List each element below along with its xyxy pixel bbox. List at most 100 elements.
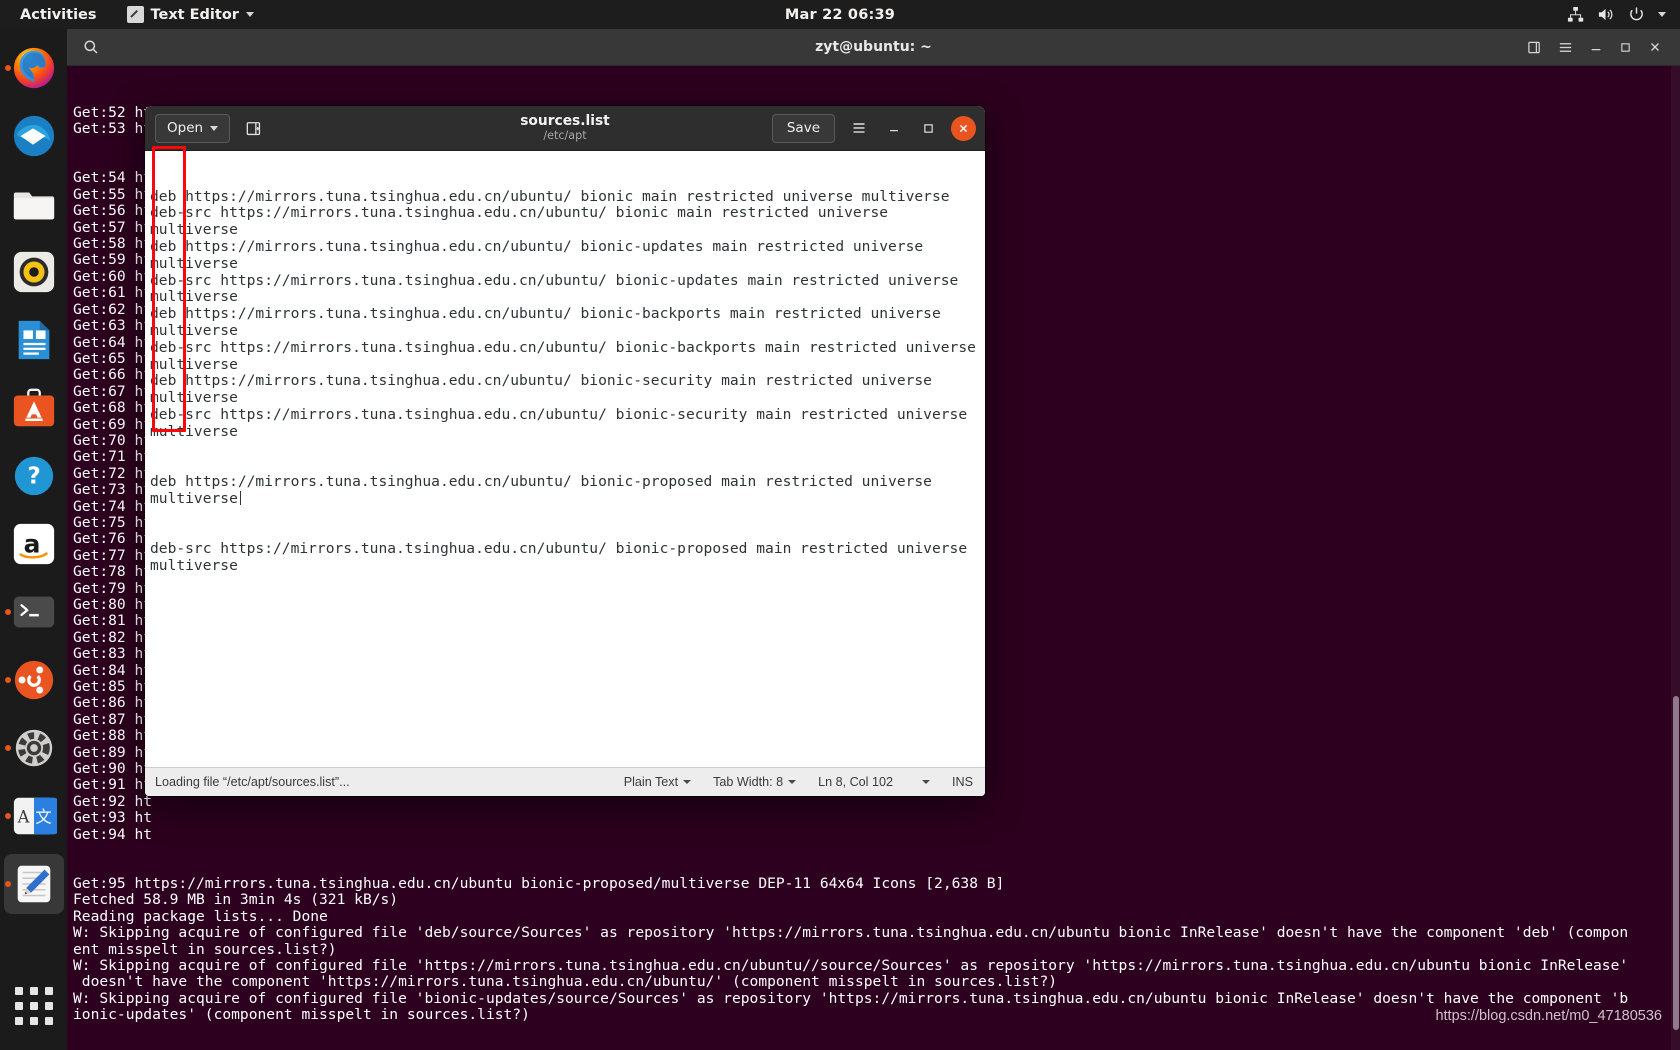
dock-item-ubuntu-software[interactable] xyxy=(4,378,64,438)
dock-item-thunderbird[interactable] xyxy=(4,106,64,166)
syntax-label: Plain Text xyxy=(623,775,679,789)
tab-width-selector[interactable]: Tab Width: 8 xyxy=(713,775,797,789)
running-indicator xyxy=(4,745,11,751)
gedit-titlebar[interactable]: Open sources.list /etc/apt Save xyxy=(145,106,985,151)
chevron-down-icon xyxy=(788,780,797,784)
maximize-icon[interactable] xyxy=(917,117,939,139)
gedit-window: Open sources.list /etc/apt Save deb http… xyxy=(145,106,985,796)
gnome-top-bar: Activities Text Editor Mar 22 06:39 xyxy=(0,0,1680,29)
save-button[interactable]: Save xyxy=(771,113,835,143)
terminal-line: ent misspelt in sources.list?) xyxy=(73,940,337,958)
ubuntu-software-icon xyxy=(13,388,54,427)
hamburger-menu-icon[interactable] xyxy=(847,116,871,140)
gedit-line: deb-src https://mirrors.tuna.tsinghua.ed… xyxy=(150,405,976,440)
svg-text:a: a xyxy=(23,530,40,559)
running-indicator xyxy=(4,881,11,887)
open-button[interactable]: Open xyxy=(155,113,231,143)
dock-item-text-editor[interactable] xyxy=(3,854,64,914)
minimize-icon[interactable] xyxy=(883,117,905,139)
dock-item-settings[interactable] xyxy=(4,718,64,778)
cursor-position-label: Ln 8, Col 102 xyxy=(818,775,893,789)
thunderbird-icon xyxy=(13,115,54,157)
gedit-cursor-line-text: deb https://mirrors.tuna.tsinghua.edu.cn… xyxy=(150,473,941,507)
terminal-line: doesn't have the component 'https://mirr… xyxy=(73,973,1058,991)
dock-item-input-method[interactable]: A 文 xyxy=(4,786,64,846)
gear-icon xyxy=(15,729,52,767)
firefox-icon xyxy=(13,47,54,89)
gedit-cursor-line: deb https://mirrors.tuna.tsinghua.edu.cn… xyxy=(150,473,977,508)
hamburger-menu-icon[interactable] xyxy=(1558,40,1573,55)
desktop-screen: zyt@ubuntu: ~ Get:52 Get:53 Get:54 ht Ge… xyxy=(0,0,1680,1050)
text-editor-icon xyxy=(17,865,50,903)
terminal-line: Get:92 ht xyxy=(73,792,153,810)
terminal-line: Reading package lists... Done xyxy=(73,907,328,925)
gedit-line: deb https://mirrors.tuna.tsinghua.edu.cn… xyxy=(150,305,950,339)
syntax-highlight-selector[interactable]: Plain Text xyxy=(623,775,692,789)
gedit-line: deb-src https://mirrors.tuna.tsinghua.ed… xyxy=(150,338,985,373)
minimize-icon[interactable] xyxy=(1589,40,1603,54)
terminal-line: W: Skipping acquire of configured file '… xyxy=(73,956,1629,974)
terminal-icon xyxy=(13,596,54,628)
chevron-down-icon xyxy=(922,780,930,784)
terminal-line: Get:94 ht xyxy=(73,825,153,843)
dock-item-files[interactable] xyxy=(4,174,64,234)
open-button-label: Open xyxy=(167,120,204,136)
dock-item-terminal[interactable] xyxy=(4,582,64,642)
dock-item-help[interactable]: ? xyxy=(4,446,64,506)
ubuntu-logo-icon xyxy=(14,660,53,700)
gedit-last-line: deb-src https://mirrors.tuna.tsinghua.ed… xyxy=(150,540,976,575)
dock-item-amazon[interactable]: a xyxy=(4,514,64,574)
rhythmbox-icon xyxy=(13,251,54,293)
terminal-line: Get:93 ht xyxy=(73,809,153,827)
gedit-content-lines: deb https://mirrors.tuna.tsinghua.edu.cn… xyxy=(150,187,985,441)
help-icon: ? xyxy=(14,456,53,496)
terminal-line: W: Skipping acquire of configured file '… xyxy=(73,924,1629,942)
ubuntu-dock: ? a A 文 xyxy=(0,29,67,1050)
gedit-line: deb https://mirrors.tuna.tsinghua.edu.cn… xyxy=(150,187,950,205)
gedit-line: deb-src https://mirrors.tuna.tsinghua.ed… xyxy=(150,204,897,239)
terminal-scrollbar[interactable] xyxy=(1671,66,1680,1050)
terminal-titlebar[interactable]: zyt@ubuntu: ~ xyxy=(67,29,1680,66)
translate-icon: A 文 xyxy=(13,797,57,835)
gedit-line: deb https://mirrors.tuna.tsinghua.edu.cn… xyxy=(150,372,941,407)
terminal-line: Fetched 58.9 MB in 3min 4s (321 kB/s) xyxy=(73,891,399,909)
dock-item-rhythmbox[interactable] xyxy=(4,242,64,302)
svg-text:文: 文 xyxy=(35,808,51,827)
terminal-title: zyt@ubuntu: ~ xyxy=(815,39,932,55)
terminal-bottom-lines: Get:95 https://mirrors.tuna.tsinghua.edu… xyxy=(73,874,1680,1024)
running-indicator xyxy=(4,609,11,615)
status-loading-text: Loading file “/etc/apt/sources.list”... xyxy=(155,775,350,789)
clock[interactable]: Mar 22 06:39 xyxy=(0,7,1680,23)
libreoffice-writer-icon xyxy=(18,320,49,360)
gedit-line: deb-src https://mirrors.tuna.tsinghua.ed… xyxy=(150,271,968,306)
amazon-icon: a xyxy=(13,523,54,565)
tab-width-label: Tab Width: 8 xyxy=(713,775,784,789)
gedit-statusbar: Loading file “/etc/apt/sources.list”... … xyxy=(145,767,985,796)
chevron-down-icon xyxy=(683,780,692,784)
cursor-position-selector[interactable]: Ln 8, Col 102 xyxy=(818,775,930,789)
dock-item-software-updater[interactable] xyxy=(4,650,64,710)
insert-mode-label: INS xyxy=(952,775,973,789)
search-icon[interactable] xyxy=(83,39,99,55)
new-tab-icon[interactable] xyxy=(1527,40,1542,55)
terminal-line: W: Skipping acquire of configured file '… xyxy=(73,989,1629,1007)
terminal-line: ionic-updates' (component misspelt in so… xyxy=(73,1006,530,1024)
new-document-icon[interactable] xyxy=(240,115,266,141)
dock-item-libreoffice-writer[interactable] xyxy=(4,310,64,370)
dock-item-firefox[interactable] xyxy=(4,38,64,98)
maximize-icon[interactable] xyxy=(1619,41,1632,54)
gedit-line: deb https://mirrors.tuna.tsinghua.edu.cn… xyxy=(150,237,932,272)
files-folder-icon xyxy=(13,192,54,220)
running-indicator xyxy=(4,65,11,71)
running-indicator xyxy=(4,677,11,683)
svg-text:A: A xyxy=(16,808,29,827)
show-applications-button[interactable] xyxy=(4,976,64,1036)
svg-text:?: ? xyxy=(27,464,40,490)
chevron-down-icon xyxy=(210,125,219,131)
close-icon[interactable] xyxy=(951,115,976,141)
terminal-line: Get:95 https://mirrors.tuna.tsinghua.edu… xyxy=(73,874,1005,892)
running-indicator xyxy=(4,813,11,819)
close-icon[interactable] xyxy=(1648,40,1662,54)
gedit-text-area[interactable]: deb https://mirrors.tuna.tsinghua.edu.cn… xyxy=(145,151,985,767)
text-cursor xyxy=(239,490,242,505)
